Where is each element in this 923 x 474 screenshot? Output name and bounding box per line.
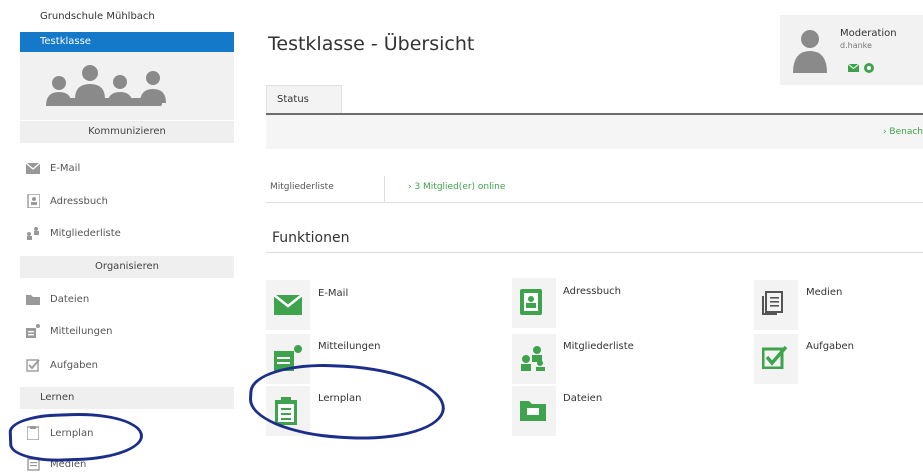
- mail-icon[interactable]: [848, 64, 859, 72]
- members-row: Mitgliederliste › 3 Mitglied(er) online: [266, 172, 923, 203]
- mail-icon: [26, 161, 40, 175]
- group-avatar: [20, 52, 234, 120]
- group-people-icon: [46, 65, 166, 106]
- sidebar-item-addressbook[interactable]: Adressbuch: [26, 191, 108, 211]
- online-status-icon: [864, 63, 874, 73]
- function-members-tile[interactable]: [512, 334, 556, 384]
- moderation-title: Moderation: [840, 28, 897, 39]
- functions-divider: [266, 252, 923, 253]
- divider: [384, 176, 385, 202]
- functions-heading: Funktionen: [272, 230, 350, 246]
- sidebar-item-messages[interactable]: Mitteilungen: [26, 321, 112, 341]
- members-online-link[interactable]: › 3 Mitglied(er) online: [408, 182, 505, 192]
- sidebar-item-files[interactable]: Dateien: [26, 289, 89, 309]
- sidebar-item-label: Mitgliederliste: [50, 227, 121, 239]
- members-icon: [26, 226, 40, 240]
- tab-status[interactable]: Status: [266, 85, 342, 113]
- folder-icon: [26, 292, 40, 306]
- function-email-label[interactable]: E-Mail: [318, 288, 348, 299]
- checkbox-icon: [762, 345, 788, 369]
- function-media-tile[interactable]: [754, 280, 798, 330]
- function-addressbook-label[interactable]: Adressbuch: [563, 286, 621, 297]
- sidebar-item-label: Aufgaben: [50, 359, 99, 371]
- function-tasks-tile[interactable]: [754, 334, 798, 384]
- message-icon: [26, 324, 40, 338]
- notifications-link[interactable]: › Benach: [883, 127, 923, 137]
- function-tasks-label[interactable]: Aufgaben: [806, 341, 854, 352]
- function-email-tile[interactable]: [266, 280, 310, 330]
- media-icon: [762, 291, 783, 315]
- checkbox-icon: [26, 358, 40, 372]
- function-messages-label[interactable]: Mitteilungen: [318, 341, 380, 352]
- function-files-tile[interactable]: [512, 386, 556, 436]
- moderation-box: Moderation d.hanke: [780, 15, 923, 85]
- moderator-username[interactable]: d.hanke: [840, 41, 872, 50]
- function-media-label[interactable]: Medien: [806, 287, 842, 298]
- page-title: Testklasse - Übersicht: [268, 33, 475, 55]
- sidebar-item-members[interactable]: Mitgliederliste: [26, 223, 121, 243]
- sidebar-item-email[interactable]: E-Mail: [26, 158, 80, 178]
- sidebar-item-label: Mitteilungen: [50, 325, 113, 337]
- sidebar-item-label: Adressbuch: [50, 195, 108, 207]
- folder-icon: [520, 401, 546, 421]
- user-avatar-icon: [793, 30, 827, 73]
- sidebar: Grundschule Mühlbach Testklasse Kommuniz…: [0, 0, 240, 471]
- function-addressbook-tile[interactable]: [512, 278, 556, 328]
- members-icon: [521, 346, 545, 371]
- addressbook-icon: [520, 289, 542, 315]
- addressbook-icon: [26, 194, 40, 208]
- section-communicate: Kommunizieren: [20, 121, 234, 143]
- sidebar-item-label: Dateien: [50, 293, 90, 305]
- school-name: Grundschule Mühlbach: [40, 11, 155, 22]
- function-files-label[interactable]: Dateien: [563, 393, 602, 404]
- section-learn: Lernen: [20, 387, 234, 409]
- function-members-label[interactable]: Mitgliederliste: [563, 341, 634, 352]
- mail-icon: [274, 295, 302, 315]
- sidebar-item-tasks[interactable]: Aufgaben: [26, 355, 98, 375]
- sidebar-item-label: E-Mail: [50, 162, 81, 174]
- status-panel: › Benach: [266, 115, 923, 149]
- members-label: Mitgliederliste: [270, 182, 334, 192]
- class-name-bar[interactable]: Testklasse: [20, 32, 234, 52]
- section-organize: Organisieren: [20, 256, 234, 278]
